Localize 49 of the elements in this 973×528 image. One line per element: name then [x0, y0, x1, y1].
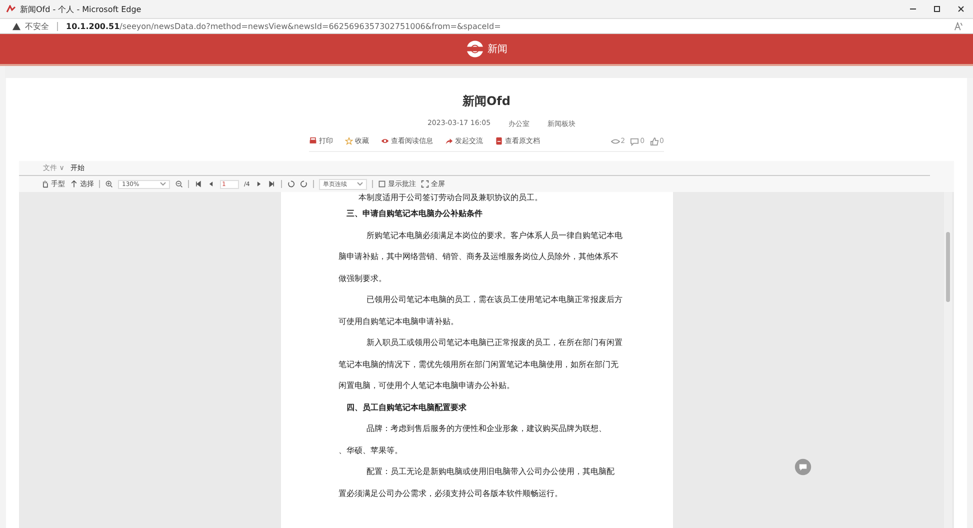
- previous-page-icon[interactable]: [207, 180, 215, 188]
- read-aloud-icon[interactable]: [954, 22, 963, 30]
- browser-tab-icon: [6, 5, 16, 13]
- last-page-icon[interactable]: [268, 180, 276, 188]
- rotate-right-icon[interactable]: [300, 180, 308, 188]
- header-title: 新闻: [488, 42, 508, 56]
- document-icon: [495, 137, 503, 145]
- caret-icon: [160, 182, 166, 186]
- warning-icon: [12, 22, 21, 30]
- article-title: 新闻Ofd: [462, 93, 510, 110]
- paragraph-line: 、华硕、苹果等。: [338, 444, 402, 456]
- comment-icon: [630, 136, 640, 146]
- paragraph-line: 置必须满足公司办公需求，必须支持公司各版本软件顺畅运行。: [338, 488, 562, 500]
- printer-icon: [309, 137, 317, 145]
- hand-icon: [41, 180, 49, 188]
- close-icon[interactable]: [957, 5, 965, 13]
- security-label: 不安全: [25, 20, 49, 32]
- cursor-icon: [70, 180, 78, 188]
- section-heading: 三、申请自购笔记本电脑办公补贴条件: [346, 207, 482, 220]
- paragraph-line: 可使用自购笔记本电脑申请补贴。: [338, 316, 458, 328]
- chat-bubble-icon[interactable]: [794, 458, 812, 476]
- next-page-icon[interactable]: [254, 180, 263, 188]
- paragraph-line: 品牌：考虑到售后服务的方便性和企业形象，建议购买品牌为联想、: [366, 423, 606, 435]
- eye-icon: [381, 137, 389, 145]
- paragraph-line: 闲置电脑，可使用个人笔记本电脑申请办公补贴。: [338, 380, 514, 392]
- star-icon: [345, 137, 353, 145]
- first-page-icon[interactable]: [194, 180, 202, 188]
- rotate-left-icon[interactable]: [286, 180, 295, 188]
- paragraph-line: 笔记本电脑的情况下，需优先领用所在部门闲置笔记本电脑使用，如所在部门无: [338, 358, 618, 370]
- news-logo-icon: [466, 40, 484, 58]
- scrollbar[interactable]: [944, 192, 952, 528]
- paragraph-line: 配置：员工无论是新购电脑或使用旧电脑带入公司办公使用，其电脑配: [366, 466, 614, 478]
- paragraph-line: 本制度适用于公司签订劳动合同及兼职协议的员工。: [358, 192, 542, 203]
- zoom-out-icon[interactable]: [175, 180, 183, 188]
- paragraph-line: 所购笔记本电脑必须满足本岗位的要求。客户体系人员一律自购笔记本电: [366, 230, 622, 242]
- section-heading: 四、员工自购笔记本电脑配置要求: [346, 400, 466, 414]
- expand-icon: [420, 180, 429, 188]
- window-title: 新闻Ofd - 个人 - Microsoft Edge: [20, 4, 142, 14]
- share-arrow-icon: [445, 137, 453, 145]
- zoom-in-icon[interactable]: [105, 180, 113, 188]
- eye-icon: [610, 136, 620, 146]
- url-field[interactable]: 10.1.200.51/seeyon/newsData.do?method=newsView&newsId=6625696357302751006&from=&spaceId=: [66, 22, 954, 30]
- maximize-icon[interactable]: [933, 5, 941, 13]
- paragraph-line: 脑申请补贴，其中网络营销、销管、商务及运维服务岗位人员除外，其他体系不: [338, 251, 618, 263]
- paragraph-line: 做强制要求。: [338, 272, 386, 284]
- caret-icon: [356, 182, 363, 186]
- paragraph-line: 新入职员工或领用公司笔记本电脑已正常报废的员工，在所在部门有闲置: [366, 337, 622, 349]
- paragraph-line: 已领用公司笔记本电脑的员工，需在该员工使用笔记本电脑正常报废后方: [366, 294, 622, 306]
- thumbs-up-icon: [650, 136, 659, 146]
